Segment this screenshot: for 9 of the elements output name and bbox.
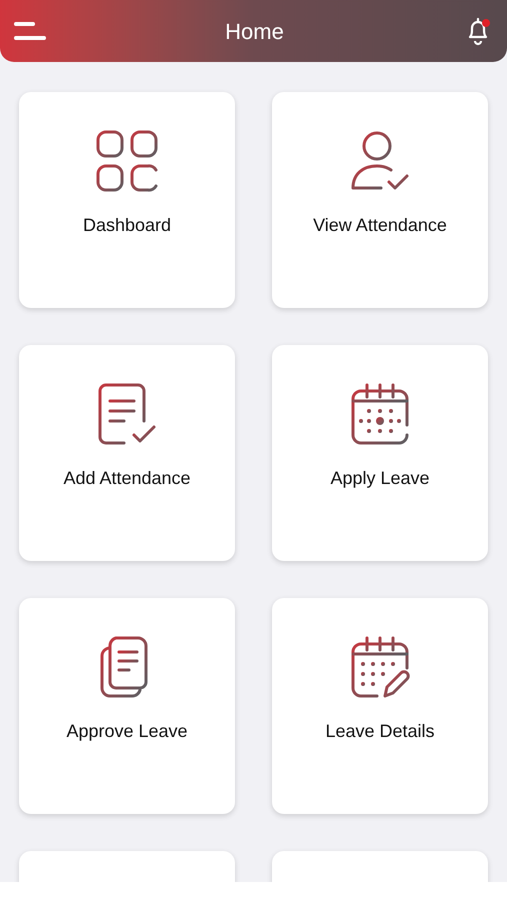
- page-title: Home: [225, 18, 284, 46]
- menu-tile[interactable]: View Attendance: [272, 92, 488, 308]
- squares-icon: [94, 128, 160, 194]
- menu-tile[interactable]: Approve Leave: [19, 598, 235, 814]
- menu-tile[interactable]: Apply Leave: [272, 345, 488, 561]
- menu-icon[interactable]: [14, 21, 46, 41]
- menu-tile[interactable]: Dashboard: [19, 92, 235, 308]
- menu-tile[interactable]: Leave Details: [272, 598, 488, 814]
- menu-tile[interactable]: Add Attendance: [19, 345, 235, 561]
